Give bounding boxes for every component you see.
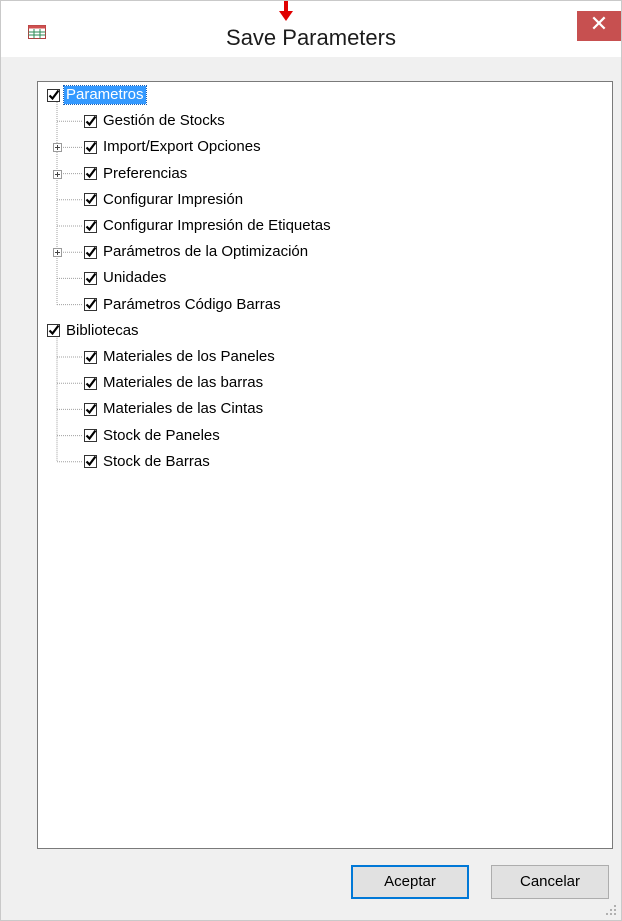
expand-plus-icon[interactable] [53,248,62,258]
tree-root-label: Parametros [63,85,147,105]
tree-item-label: Parámetros de la Optimización [103,243,309,261]
tree-root-1[interactable]: Bibliotecas [47,321,141,341]
checkbox[interactable] [47,324,60,338]
expand-plus-icon[interactable] [53,169,62,179]
tree-item-label: Unidades [103,269,167,287]
tree-item[interactable]: Unidades [84,268,168,288]
tree-item[interactable]: Materiales de los Paneles [84,347,277,367]
close-button[interactable]: ✕ [577,11,621,41]
tree-item[interactable]: Stock de Paneles [84,426,222,446]
checkbox[interactable] [84,114,97,128]
checkbox[interactable] [84,167,97,181]
tree-item-label: Configurar Impresión [103,190,244,208]
accept-button[interactable]: Aceptar [351,865,469,899]
checkbox[interactable] [84,271,97,285]
tree-item-label: Gestión de Stocks [103,112,225,130]
tree-item-label: Materiales de las Cintas [103,400,264,418]
tree-item[interactable]: Parámetros de la Optimización [84,242,310,262]
checkbox[interactable] [84,140,97,154]
parameters-tree[interactable]: Parametros Gestión de Stocks Import/Export… [37,81,613,849]
checkbox[interactable] [84,429,97,443]
cancel-button[interactable]: Cancelar [491,865,609,899]
tree-item-label: Materiales de los Paneles [103,348,275,365]
tree-item-label: Configurar Impresión de Etiquetas [103,217,331,234]
tree-item-label: Import/Export Opciones [103,138,261,156]
tree-item[interactable]: Parámetros Código Barras [84,295,283,315]
dialog-title: Save Parameters [226,25,396,50]
tree-item[interactable]: Materiales de las barras [84,373,265,393]
checkbox[interactable] [47,88,60,102]
tree-item[interactable]: Stock de Barras [84,452,212,472]
checkbox[interactable] [84,402,97,416]
tree-item[interactable]: Preferencias [84,164,189,184]
expand-plus-icon[interactable] [53,143,62,153]
pointer-arrow-icon [279,1,293,21]
tree-root-label: Bibliotecas [66,321,139,339]
checkbox[interactable] [84,376,97,390]
tree-item[interactable]: Configurar Impresión [84,190,245,210]
checkbox[interactable] [84,350,97,364]
tree-item-label: Parámetros Código Barras [103,295,281,313]
checkbox[interactable] [84,298,97,312]
tree-item[interactable]: Materiales de las Cintas [84,399,265,419]
tree-item[interactable]: Gestión de Stocks [84,111,227,131]
checkbox[interactable] [84,455,97,469]
tree-item-label: Stock de Barras [103,452,210,470]
checkbox[interactable] [84,219,97,233]
tree-item-label: Stock de Paneles [103,426,220,444]
tree-root-0[interactable]: Parametros [47,85,147,105]
checkbox[interactable] [84,193,97,207]
resize-grip-icon[interactable] [605,904,617,916]
checkbox[interactable] [84,245,97,259]
title-bar[interactable]: Save Parameters ✕ [1,1,621,57]
tree-item[interactable]: Import/Export Opciones [84,137,263,157]
tree-item-label: Materiales de las barras [103,374,264,392]
tree-item-label: Preferencias [103,164,188,182]
tree-item[interactable]: Configurar Impresión de Etiquetas [84,216,333,236]
save-parameters-dialog: Save Parameters ✕ Parametros Gestión de S… [0,0,622,921]
